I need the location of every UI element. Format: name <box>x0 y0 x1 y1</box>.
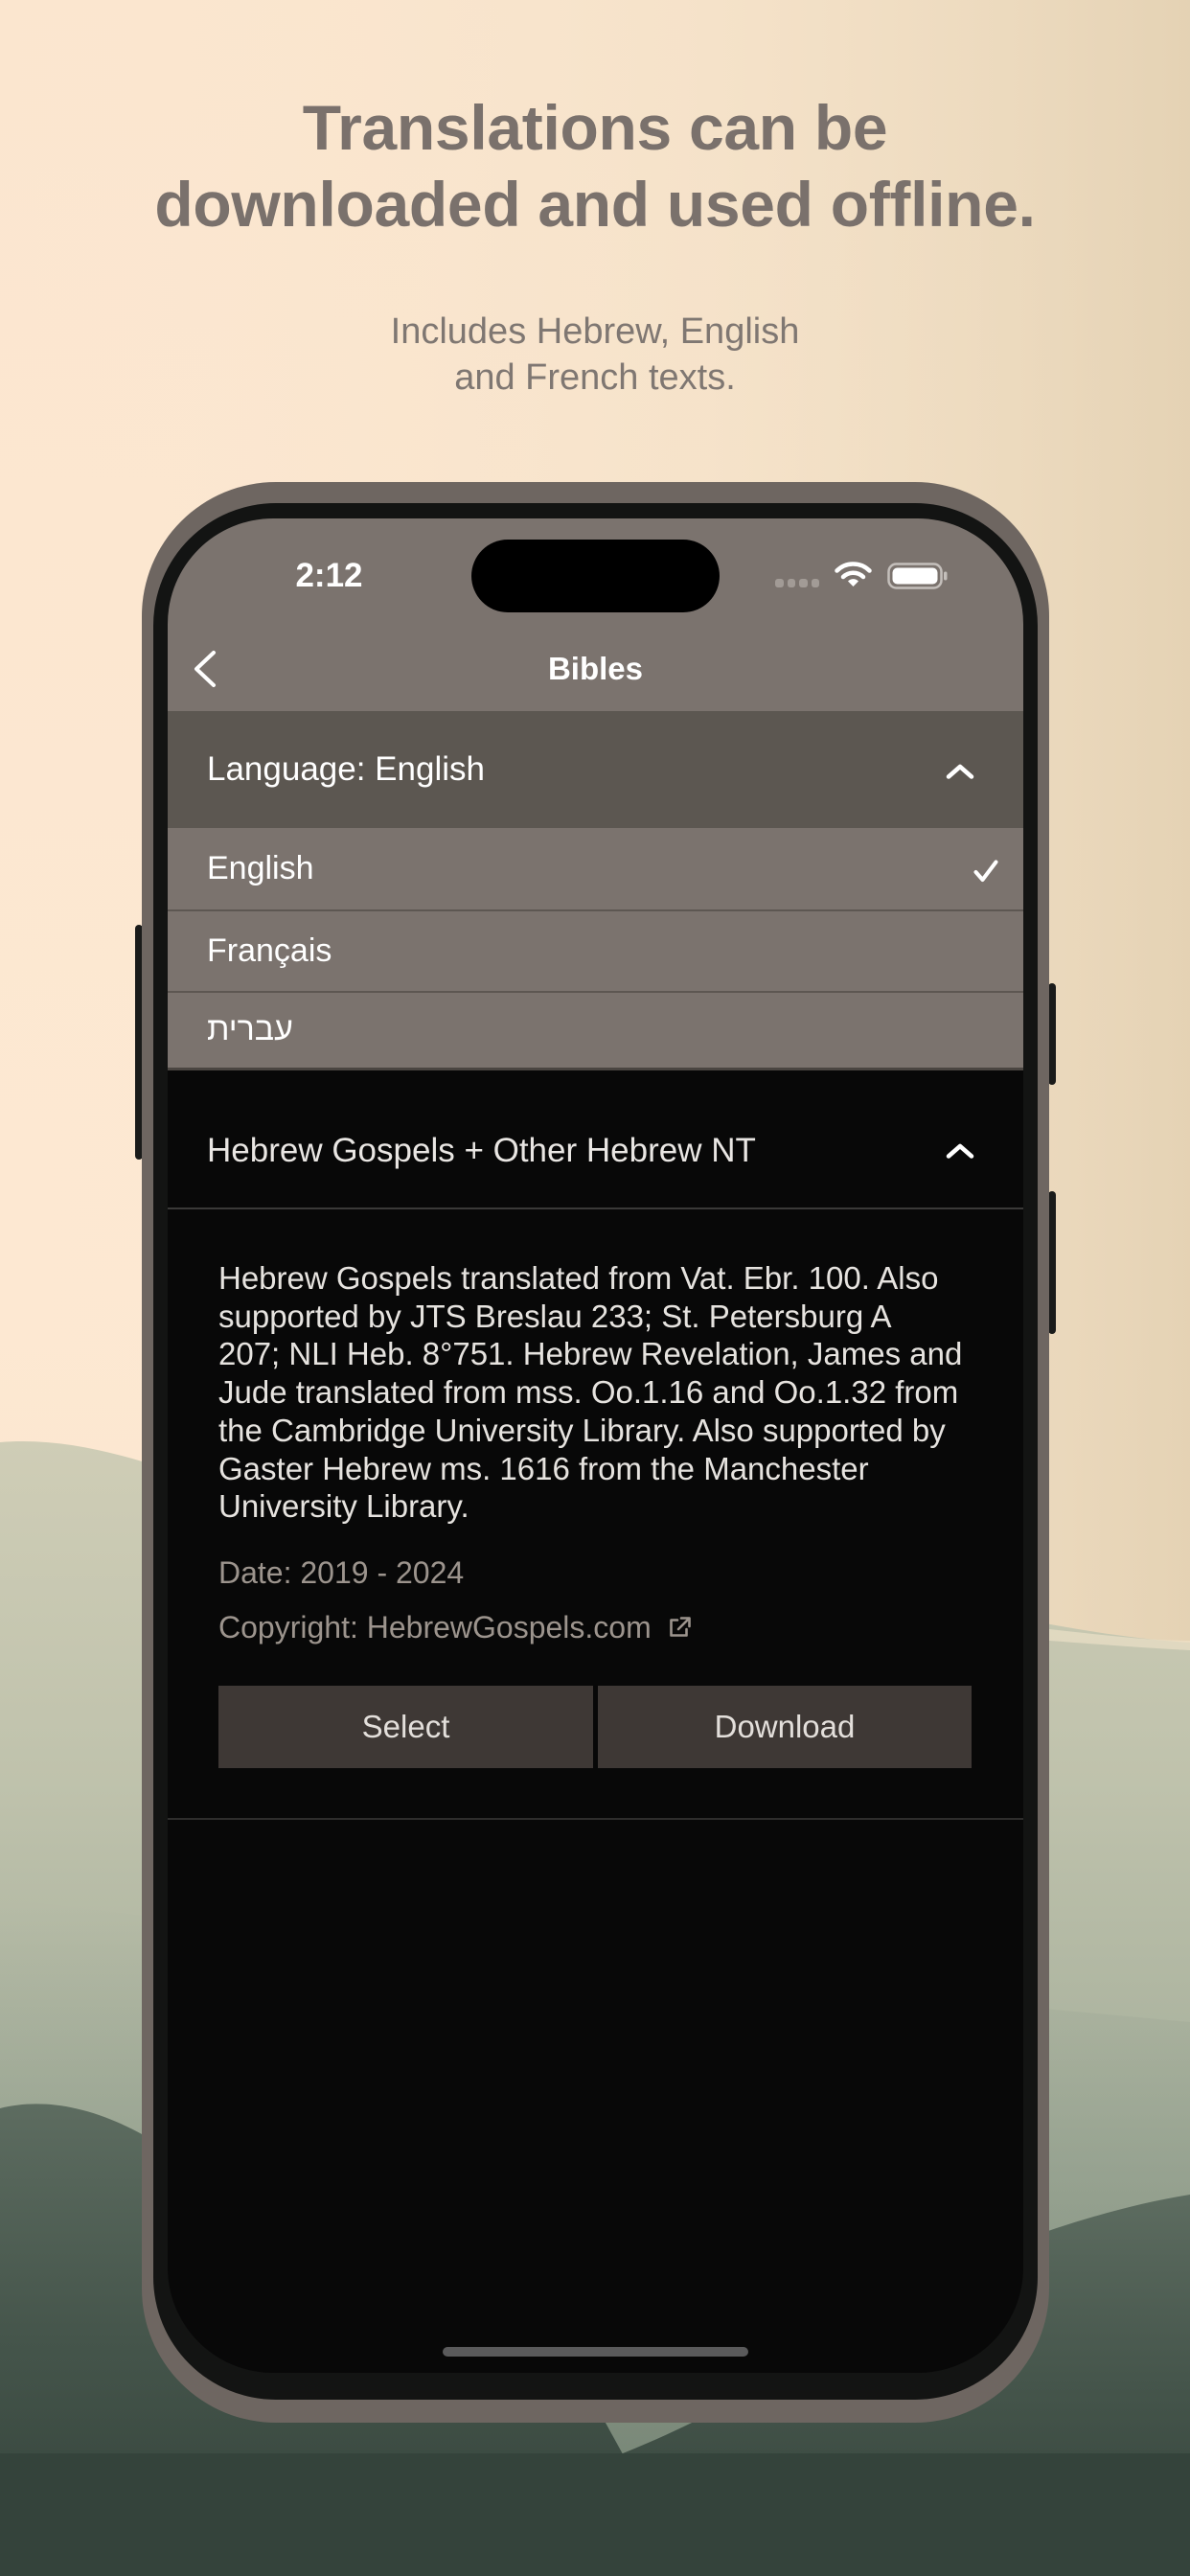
translation-date: Date: 2019 - 2024 <box>218 1555 465 1590</box>
language-dropdown-label: Language: English <box>207 750 485 788</box>
translation-title: Hebrew Gospels + Other Hebrew NT <box>207 1132 756 1169</box>
page-title: Bibles <box>547 651 644 686</box>
download-button[interactable]: Download <box>598 1686 972 1768</box>
language-option-label: English <box>207 850 314 886</box>
description-line: the Cambridge University Library. Also s… <box>218 1412 946 1448</box>
cellular-signal-icon <box>775 579 819 588</box>
navigation-bar: 2:12 Bibles <box>168 518 1023 711</box>
translation-accordion-header[interactable]: Hebrew Gospels + Other Hebrew NT <box>168 1070 1023 1208</box>
language-option-french[interactable]: Français <box>168 911 1023 993</box>
checkmark-icon <box>973 860 998 882</box>
description-line: University Library. <box>218 1488 469 1525</box>
section-divider <box>168 1818 1023 1820</box>
translation-description: Hebrew Gospels translated from Vat. Ebr.… <box>218 1259 985 1526</box>
dynamic-island <box>471 540 720 612</box>
external-link-icon <box>669 1616 691 1637</box>
language-option-english[interactable]: English <box>168 828 1023 911</box>
phone-side-button-right-upper <box>1048 983 1056 1085</box>
description-line: 207; NLI Heb. 8°751. Hebrew Revelation, … <box>218 1336 963 1372</box>
subheadline-line: Includes Hebrew, English <box>390 311 800 352</box>
home-indicator[interactable] <box>443 2347 748 2357</box>
headline-line: Translations can be <box>302 92 888 163</box>
description-line: supported by JTS Breslau 233; St. Peters… <box>218 1298 892 1334</box>
description-line: Jude translated from mss. Oo.1.16 and Oo… <box>218 1374 959 1411</box>
marketing-headline: Translations can be downloaded and used … <box>0 89 1190 242</box>
phone-screen: 2:12 Bibles Language: English English Fr… <box>168 518 1023 2373</box>
language-dropdown-header[interactable]: Language: English <box>168 711 1023 828</box>
battery-icon <box>887 563 948 589</box>
section-divider <box>168 1208 1023 1209</box>
chevron-up-icon <box>946 1143 974 1159</box>
language-option-label: Français <box>207 932 332 969</box>
description-line: Gaster Hebrew ms. 1616 from the Manchest… <box>218 1450 869 1486</box>
status-time: 2:12 <box>295 557 363 594</box>
wifi-icon <box>835 562 872 586</box>
headline-line: downloaded and used offline. <box>154 169 1036 240</box>
language-option-hebrew[interactable]: עברית <box>168 993 1023 1070</box>
description-line: Hebrew Gospels translated from Vat. Ebr.… <box>218 1260 939 1296</box>
language-option-label: עברית <box>207 1011 293 1047</box>
select-button[interactable]: Select <box>218 1686 593 1768</box>
subheadline-line: and French texts. <box>454 356 736 398</box>
marketing-subheadline: Includes Hebrew, English and French text… <box>0 310 1190 401</box>
translation-copyright-link[interactable]: Copyright: HebrewGospels.com <box>218 1608 692 1646</box>
copyright-text: Copyright: HebrewGospels.com <box>218 1610 652 1644</box>
phone-side-button-right-lower <box>1048 1191 1056 1334</box>
chevron-up-icon <box>946 764 974 779</box>
